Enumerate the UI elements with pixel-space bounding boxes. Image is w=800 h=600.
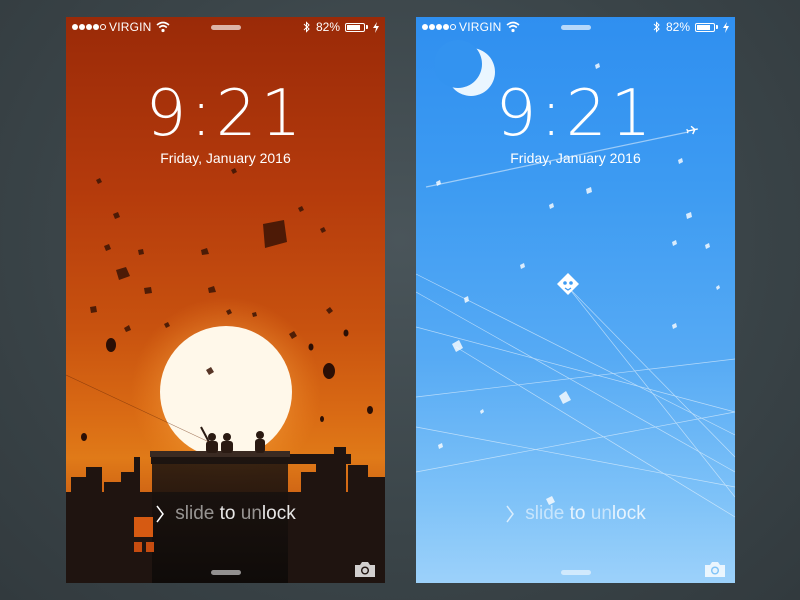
slide-to-unlock-label: slide to unlock [525, 503, 646, 524]
wifi-icon [156, 21, 170, 33]
battery-icon [695, 22, 718, 32]
status-bar: VIRGIN 82% [416, 17, 735, 37]
bluetooth-icon [303, 21, 310, 33]
control-center-handle[interactable] [560, 570, 591, 575]
lock-date: Friday, January 2016 [510, 150, 641, 166]
camera-icon[interactable] [703, 560, 727, 578]
signal-strength [72, 24, 106, 30]
lock-date: Friday, January 2016 [160, 150, 291, 166]
control-center-handle[interactable] [210, 570, 241, 575]
battery-icon [345, 22, 368, 32]
notification-center-handle[interactable] [560, 25, 591, 30]
lock-time: 9:21 [495, 77, 656, 151]
kite-icon [557, 273, 579, 295]
charging-icon [723, 21, 729, 33]
battery-percent: 82% [665, 20, 690, 34]
chevron-right-icon [506, 505, 515, 523]
slide-to-unlock[interactable]: slide to unlock [66, 503, 385, 525]
signal-strength [422, 24, 456, 30]
status-bar: VIRGIN 82% [66, 17, 385, 37]
chevron-right-icon [156, 505, 165, 523]
charging-icon [373, 21, 379, 33]
lockscreen-sky: VIRGIN 82% 9:21 Friday, January 2016 sli… [416, 17, 735, 583]
lock-time: 9:21 [145, 77, 306, 151]
carrier-name: VIRGIN [109, 20, 152, 34]
slide-to-unlock[interactable]: slide to unlock [416, 503, 735, 525]
lockscreen-sunset: VIRGIN 82% 9:21 Friday, January 2016 sli… [66, 17, 385, 583]
notification-center-handle[interactable] [210, 25, 241, 30]
slide-to-unlock-label: slide to unlock [175, 503, 296, 524]
carrier-name: VIRGIN [459, 20, 502, 34]
bluetooth-icon [653, 21, 660, 33]
wifi-icon [506, 21, 520, 33]
camera-icon[interactable] [353, 560, 377, 578]
battery-percent: 82% [315, 20, 340, 34]
